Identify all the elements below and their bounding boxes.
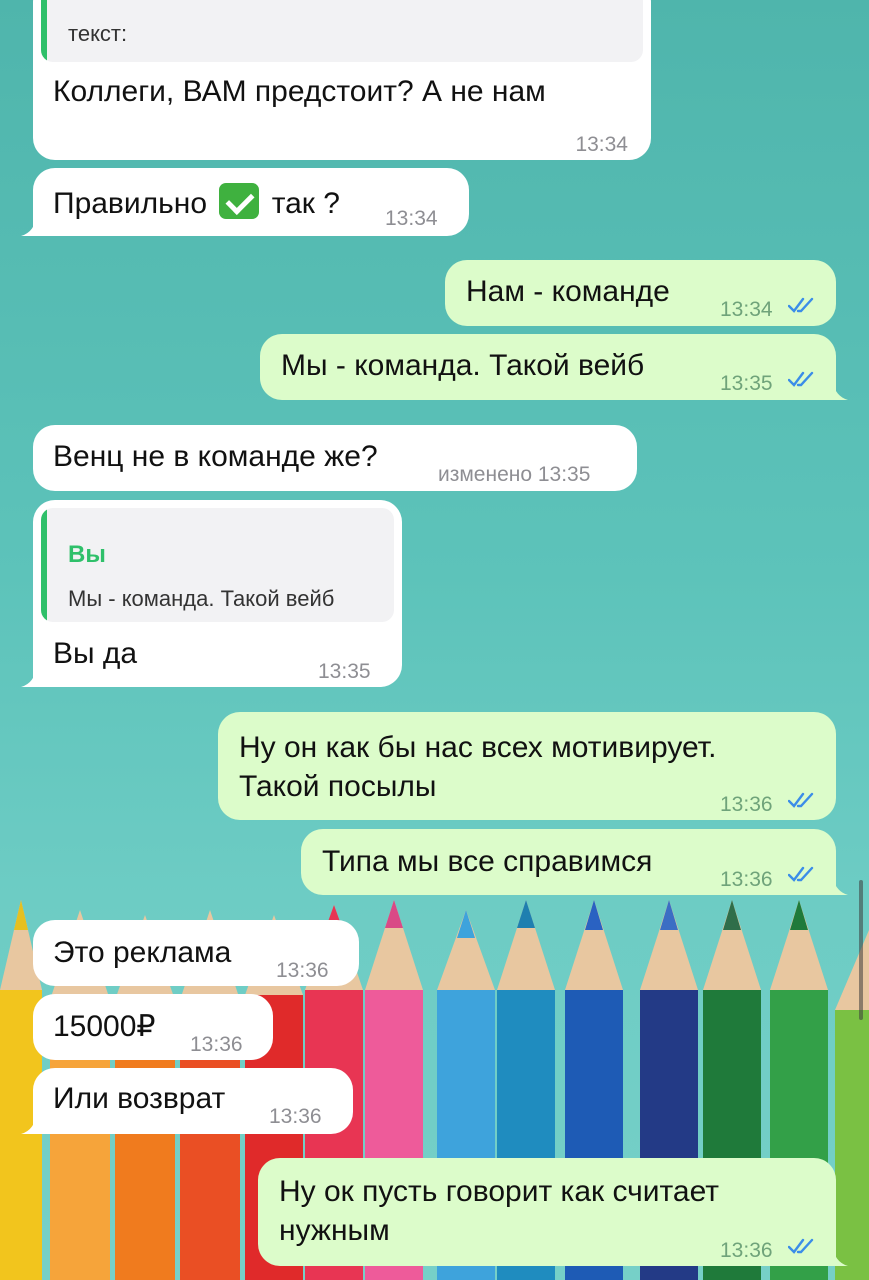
message-incoming[interactable]: Вы Мы - команда. Такой вейб Вы да 13:35 [21, 500, 402, 687]
quote-text: Мы - команда. Такой вейб [68, 586, 335, 611]
message-text: Или возврат [53, 1082, 226, 1115]
pencil-lime [835, 930, 869, 1280]
chat-view[interactable]: текст: Коллеги, ВАМ предстоит? А не нам … [0, 0, 869, 1280]
message-time: 13:36 [269, 1105, 322, 1128]
message-text: Коллеги, ВАМ предстоит? А не нам [53, 75, 546, 108]
message-text: Нам - команде [466, 275, 670, 308]
message-outgoing[interactable]: Мы - команда. Такой вейб 13:35 [260, 334, 848, 400]
read-checks-icon [788, 866, 814, 882]
message-incoming[interactable]: Правильно так ? 13:34 [21, 168, 469, 236]
message-time: 13:36 [276, 959, 329, 982]
message-incoming[interactable]: текст: Коллеги, ВАМ предстоит? А не нам … [33, 0, 651, 160]
message-text-line: Ну он как бы нас всех мотивирует. [239, 731, 717, 764]
message-time: 13:36 [720, 1239, 773, 1262]
message-time: 13:34 [720, 298, 773, 321]
message-text-line: нужным [279, 1214, 390, 1247]
message-text: Вы да [53, 637, 138, 670]
check-mark-button-icon [219, 183, 260, 219]
message-text: Венц не в команде же? [53, 440, 378, 473]
message-time: 13:36 [190, 1033, 243, 1056]
message-text-line: Такой посылы [239, 770, 437, 803]
bubble-tail [824, 378, 848, 400]
message-time: 13:36 [720, 793, 773, 816]
quote-author: Вы [68, 541, 106, 568]
bubble-tail [21, 214, 45, 236]
message-outgoing[interactable]: Нам - команде 13:34 [445, 260, 836, 326]
message-text: Типа мы все справимся [322, 845, 653, 878]
message-text-after: так ? [271, 187, 340, 220]
quote-accent-bar [41, 508, 47, 622]
quote-text: текст: [68, 21, 128, 46]
reply-quote[interactable]: текст: [41, 0, 643, 62]
reply-quote[interactable]: Вы Мы - команда. Такой вейб [41, 508, 394, 622]
bubble-tail [824, 1244, 848, 1266]
message-incoming[interactable]: Или возврат 13:36 [21, 1068, 353, 1134]
message-edited-time: изменено 13:35 [438, 463, 591, 486]
message-time: 13:35 [720, 372, 773, 395]
message-outgoing[interactable]: Типа мы все справимся 13:36 [301, 829, 848, 895]
read-checks-icon [788, 297, 814, 313]
message-time: 13:34 [385, 207, 438, 230]
scrollbar[interactable] [859, 880, 863, 1020]
bubble-tail [824, 873, 848, 895]
message-time: 13:34 [575, 133, 628, 156]
read-checks-icon [788, 1238, 814, 1254]
message-incoming[interactable]: 15000₽ 13:36 [33, 994, 273, 1060]
message-text: Это реклама [53, 936, 232, 969]
bubble-tail [21, 1112, 45, 1134]
message-outgoing[interactable]: Ну ок пусть говорит как считает нужным 1… [258, 1158, 848, 1266]
bubble-tail [21, 665, 45, 687]
read-checks-icon [788, 371, 814, 387]
message-text-before: Правильно [53, 187, 208, 220]
message-text: 15000₽ [53, 1010, 156, 1043]
message-text-line: Ну ок пусть говорит как считает [279, 1175, 720, 1208]
message-incoming[interactable]: Это реклама 13:36 [33, 920, 359, 986]
message-time: 13:36 [720, 868, 773, 891]
message-text: Правильно так ? [53, 183, 340, 223]
message-time: 13:35 [318, 660, 371, 683]
read-checks-icon [788, 792, 814, 808]
message-outgoing[interactable]: Ну он как бы нас всех мотивирует. Такой … [218, 712, 836, 820]
message-incoming[interactable]: Венц не в команде же? изменено 13:35 [33, 425, 637, 491]
message-text: Мы - команда. Такой вейб [281, 349, 645, 382]
quote-accent-bar [41, 0, 47, 62]
